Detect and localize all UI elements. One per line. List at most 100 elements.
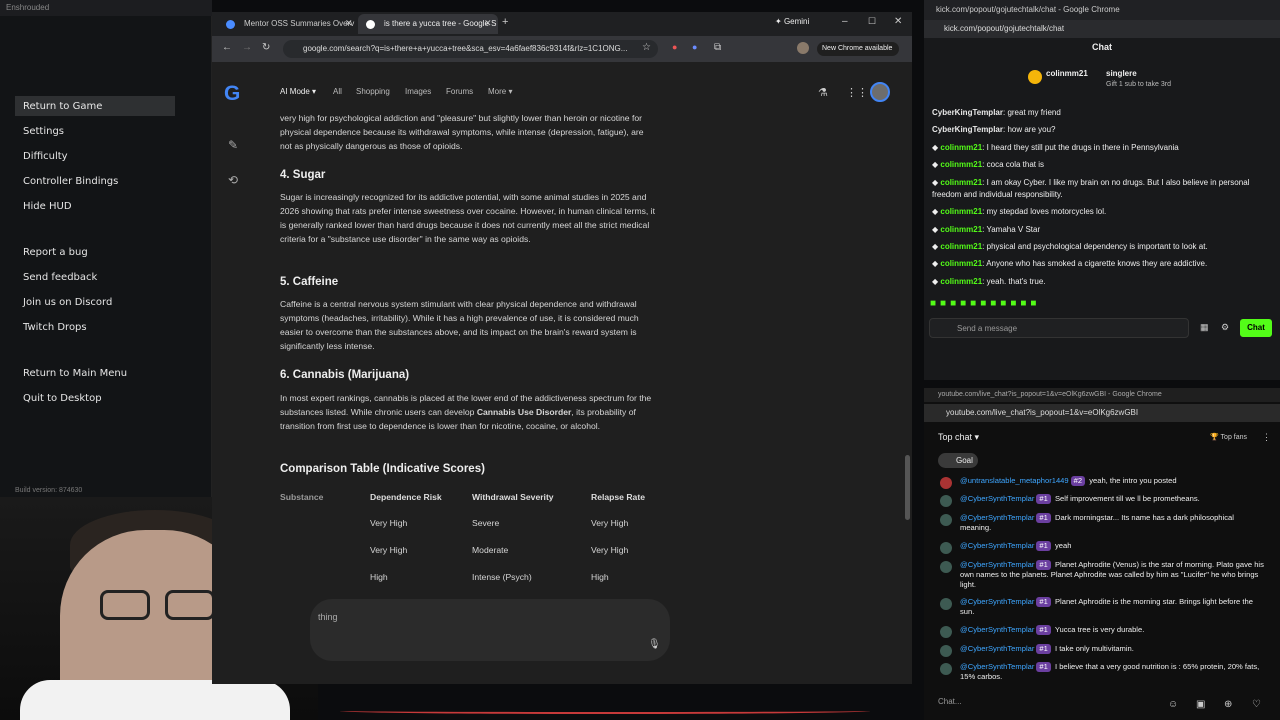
nav-forums[interactable]: Forums — [446, 87, 473, 96]
extension-icon[interactable]: ● — [692, 42, 697, 52]
maximize-icon[interactable]: ☐ — [868, 16, 876, 27]
emote-bar[interactable]: ■■■■■■■■■■■ — [930, 298, 1040, 309]
yt-message: @CyberSynthTemplar #1 Yucca tree is very … — [940, 625, 1265, 635]
reload-icon[interactable]: ↻ — [262, 42, 270, 53]
kick-address-bar[interactable]: kick.com/popout/gojutechtalk/chat — [924, 20, 1280, 38]
kick-message-text: physical and psychological dependency is… — [986, 242, 1208, 251]
emote-picker-icon[interactable]: ▦ — [1200, 322, 1209, 333]
microphone-icon[interactable]: 🎙 — [648, 639, 661, 650]
yt-username[interactable]: @CyberSynthTemplar — [960, 662, 1034, 671]
yt-username[interactable]: @CyberSynthTemplar — [960, 625, 1034, 634]
nav-all[interactable]: All — [333, 87, 342, 96]
comparison-table-title: Comparison Table (Indicative Scores) — [280, 463, 485, 475]
gemini-button[interactable]: ✦ Gemini — [775, 17, 809, 26]
new-chat-icon[interactable]: ✎ — [228, 138, 238, 152]
answer-paragraph: Caffeine is a central nervous system sti… — [280, 299, 639, 351]
page-scrollbar[interactable] — [904, 62, 912, 682]
kick-username[interactable]: colinmm21 — [940, 242, 982, 251]
kick-username[interactable]: colinmm21 — [940, 160, 982, 169]
kick-username[interactable]: colinmm21 — [940, 259, 982, 268]
chat-settings-icon[interactable]: ⚙ — [1221, 322, 1229, 333]
kick-window-title: kick.com/popout/gojutechtalk/chat - Goog… — [924, 0, 1280, 20]
table-cell: Intense (Psych) — [472, 572, 532, 582]
table-cell: Very High — [591, 518, 629, 528]
kick-username[interactable]: CyberKingTemplar — [932, 108, 1003, 117]
kick-message: ◆ colinmm21: physical and psychological … — [932, 242, 1208, 251]
youtube-address-bar[interactable]: youtube.com/live_chat?is_popout=1&v=eOlK… — [924, 404, 1280, 422]
google-logo[interactable]: G — [224, 82, 240, 106]
tab-google-search[interactable]: is there a yucca tree - Google S — [358, 14, 498, 34]
yt-username[interactable]: @CyberSynthTemplar — [960, 494, 1034, 503]
back-icon[interactable]: ← — [222, 42, 232, 53]
top-chat-dropdown[interactable]: Top chat ▾ — [938, 432, 979, 443]
super-chat-icon[interactable]: ▣ — [1196, 699, 1205, 710]
kick-chat-send-button[interactable]: Chat — [1240, 319, 1272, 337]
nav-more[interactable]: More ▾ — [488, 87, 512, 96]
menu-send-feedback[interactable]: Send feedback — [23, 272, 97, 283]
menu-twitch-drops[interactable]: Twitch Drops — [23, 322, 87, 333]
scrollbar-thumb[interactable] — [905, 455, 910, 520]
nav-images[interactable]: Images — [405, 87, 431, 96]
yt-username[interactable]: @CyberSynthTemplar — [960, 513, 1034, 522]
kick-message-text: Anyone who has smoked a cigarette knows … — [986, 259, 1208, 268]
kick-message-input[interactable]: Send a message — [929, 318, 1189, 338]
menu-controller-bindings[interactable]: Controller Bindings — [23, 176, 118, 187]
kick-username[interactable]: CyberKingTemplar — [932, 125, 1003, 134]
gift-leader-name[interactable]: colinmm21 — [1046, 69, 1088, 78]
extensions-puzzle-icon[interactable]: ⧉ — [714, 42, 721, 53]
heart-icon[interactable]: ♡ — [1252, 699, 1261, 710]
yt-username[interactable]: @CyberSynthTemplar — [960, 597, 1034, 606]
yt-username[interactable]: @CyberSynthTemplar — [960, 541, 1034, 550]
kick-message-text: yeah. that's true. — [986, 277, 1046, 286]
goal-chip[interactable]: Goal — [938, 453, 978, 468]
kick-username[interactable]: colinmm21 — [940, 143, 982, 152]
rank-badge: #1 — [1036, 541, 1051, 551]
close-tab-icon[interactable]: ✕ — [484, 18, 492, 29]
youtube-window-title: youtube.com/live_chat?is_popout=1&v=eOlK… — [924, 388, 1280, 402]
rank-badge: #1 — [1036, 597, 1051, 607]
menu-return-to-game[interactable]: Return to Game — [23, 101, 102, 112]
apps-grid-icon[interactable]: ⋮⋮ — [846, 86, 868, 99]
new-tab-icon[interactable]: + — [502, 16, 508, 28]
kick-username[interactable]: colinmm21 — [940, 207, 982, 216]
yt-username[interactable]: @CyberSynthTemplar — [960, 644, 1034, 653]
account-avatar[interactable] — [870, 82, 890, 102]
gift-second-name[interactable]: singlere — [1106, 69, 1137, 78]
kick-username[interactable]: colinmm21 — [940, 225, 982, 234]
yt-username[interactable]: @untranslatable_metaphor1449 — [960, 476, 1069, 485]
emoji-icon[interactable]: ☺ — [1168, 699, 1178, 710]
profile-avatar[interactable] — [797, 42, 809, 54]
minimize-icon[interactable]: – — [842, 16, 848, 27]
new-chrome-available-button[interactable]: New Chrome available — [817, 42, 899, 56]
top-fans-button[interactable]: 🏆 Top fans — [1210, 433, 1247, 441]
kick-username[interactable]: colinmm21 — [940, 277, 982, 286]
table-cell: Very High — [591, 545, 629, 555]
kick-username[interactable]: colinmm21 — [940, 178, 982, 187]
menu-difficulty[interactable]: Difficulty — [23, 151, 68, 162]
bookmark-star-icon[interactable]: ☆ — [642, 42, 651, 53]
menu-quit-desktop[interactable]: Quit to Desktop — [23, 393, 102, 404]
menu-join-discord[interactable]: Join us on Discord — [23, 297, 112, 308]
tab-mentor-oss[interactable]: Mentor OSS Summaries Overv — [218, 14, 356, 34]
menu-settings[interactable]: Settings — [23, 126, 64, 137]
extension-icon[interactable]: ● — [672, 42, 677, 52]
nav-shopping[interactable]: Shopping — [356, 87, 390, 96]
yt-chat-input[interactable]: Chat... — [938, 697, 1088, 706]
tab-favicon-icon — [226, 20, 235, 29]
ask-anything-box[interactable] — [310, 599, 670, 661]
menu-hide-hud[interactable]: Hide HUD — [23, 201, 72, 212]
yt-username[interactable]: @CyberSynthTemplar — [960, 560, 1034, 569]
menu-return-main-menu[interactable]: Return to Main Menu — [23, 368, 127, 379]
close-window-icon[interactable]: ✕ — [894, 16, 902, 27]
yt-message: @CyberSynthTemplar #1 Dark morningstar...… — [940, 513, 1265, 533]
add-icon[interactable]: ⊕ — [1224, 699, 1232, 710]
address-bar[interactable]: google.com/search?q=is+there+a+yucca+tre… — [283, 40, 658, 58]
nav-ai-mode[interactable]: AI Mode ▾ — [280, 87, 316, 96]
close-tab-icon[interactable]: ✕ — [345, 18, 353, 29]
more-options-icon[interactable]: ⋮ — [1262, 432, 1271, 443]
labs-flask-icon[interactable]: ⚗ — [818, 86, 828, 99]
forward-icon[interactable]: → — [242, 42, 252, 53]
google-favicon-icon — [366, 20, 375, 29]
menu-report-bug[interactable]: Report a bug — [23, 247, 88, 258]
history-icon[interactable]: ⟲ — [228, 173, 238, 187]
